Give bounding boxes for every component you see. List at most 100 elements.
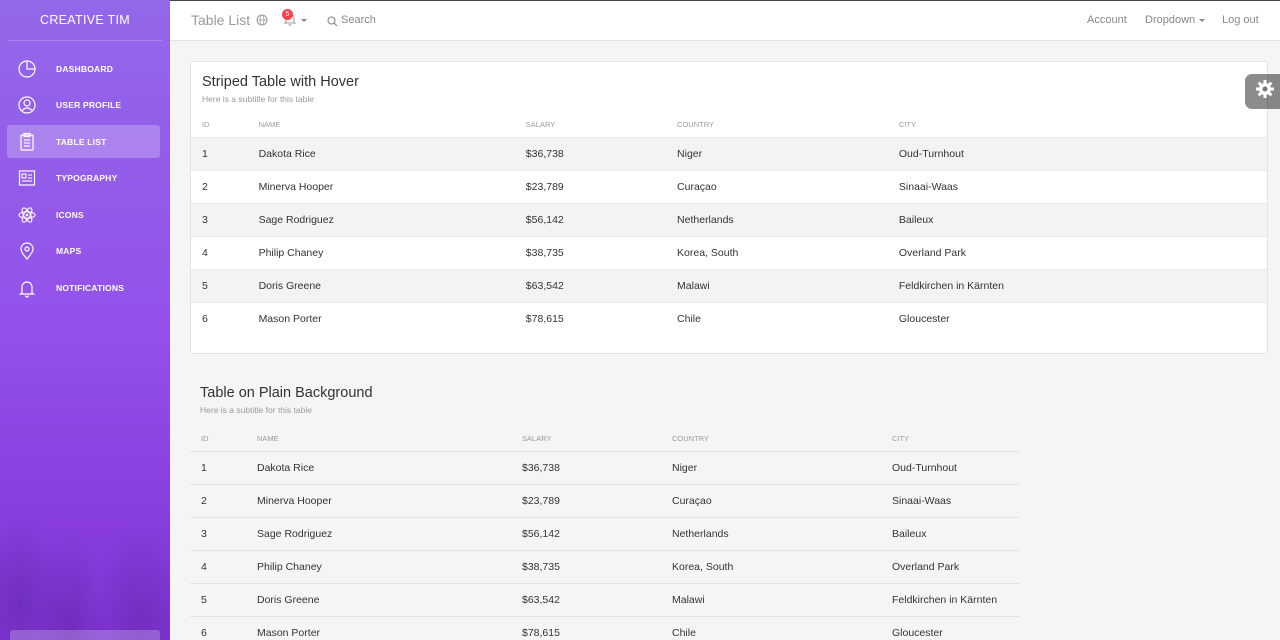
column-header-name: NAME [258,120,281,129]
cell-country: Korea, South [672,549,892,583]
column-header-salary: SALARY [522,434,552,443]
gear-icon [1255,79,1275,104]
cell-id: 1 [190,450,257,484]
striped-table: ID NAME SALARY COUNTRY CITY 1 Dakota Ric… [191,120,1267,335]
cell-id: 4 [191,235,259,269]
bell-icon [17,278,37,298]
table-row[interactable]: 4 Philip Chaney $38,735 Korea, South Ove… [190,549,1020,583]
cell-name: Sage Rodriguez [257,516,522,550]
cell-salary: $78,615 [525,301,678,335]
user-icon [17,95,37,115]
account-link[interactable]: Account [1087,14,1127,26]
cell-name: Minerva Hooper [257,483,522,517]
table-row[interactable]: 5 Doris Greene $63,542 Malawi Feldkirche… [190,582,1020,616]
cell-country: Netherlands [672,516,892,550]
cell-salary: $78,615 [522,615,672,640]
brand-logo-text[interactable]: CREATIVE TIM [8,0,162,41]
sidebar-item-icons[interactable]: ICONS [7,198,160,231]
cell-country: Curaçao [672,483,892,517]
globe-icon[interactable] [256,13,268,31]
settings-plugin-button[interactable] [1245,74,1280,109]
table-row[interactable]: 1 Dakota Rice $36,738 Niger Oud-Turnhout [191,136,1267,170]
cell-country: Curaçao [677,169,899,203]
cell-id: 6 [190,615,257,640]
plain-table: ID NAME SALARY COUNTRY CITY 1 Dakota Ric… [190,434,1020,640]
striped-table-card: Striped Table with Hover Here is a subti… [190,61,1268,354]
cell-id: 1 [191,136,259,170]
map-pin-icon [17,241,37,261]
cell-country: Netherlands [677,202,899,236]
column-header-city: CITY [892,434,910,443]
sidebar-item-dashboard[interactable]: DASHBOARD [7,52,160,85]
sidebar-item-user-profile[interactable]: USER PROFILE [7,89,160,122]
cell-city: Overland Park [892,549,1020,583]
sidebar-item-label: USER PROFILE [56,100,122,111]
cell-salary: $63,542 [525,268,678,302]
pie-chart-icon [17,59,37,79]
sidebar-nav: DASHBOARD USER PROFILE TABLE LIST TYPOGR… [0,52,170,305]
cell-name: Dakota Rice [257,450,522,484]
table-row[interactable]: 4 Philip Chaney $38,735 Korea, South Ove… [191,235,1267,269]
page-title[interactable]: Table List [191,12,250,28]
notification-count-badge: 5 [282,9,293,20]
column-header-country: COUNTRY [677,120,714,129]
cell-city: Overland Park [898,235,1267,269]
cell-city: Gloucester [892,615,1020,640]
sidebar-item-label: DASHBOARD [56,63,114,74]
sidebar-item-notifications[interactable]: NOTIFICATIONS [7,272,160,305]
table-row[interactable]: 6 Mason Porter $78,615 Chile Gloucester [190,615,1020,640]
table-row[interactable]: 6 Mason Porter $78,615 Chile Gloucester [191,301,1267,335]
card-subtitle: Here is a subtitle for this table [202,94,314,104]
search-icon[interactable] [327,14,338,32]
cell-name: Doris Greene [257,582,522,616]
cell-id: 3 [191,202,259,236]
column-header-id: ID [202,120,210,129]
dropdown-menu[interactable]: Dropdown [1145,14,1206,26]
table-header-row: ID NAME SALARY COUNTRY CITY [190,434,1020,451]
sidebar-item-typography[interactable]: TYPOGRAPHY [7,162,160,195]
cell-name: Mason Porter [257,615,522,640]
search-input[interactable]: Search [341,14,376,26]
table-row[interactable]: 3 Sage Rodriguez $56,142 Netherlands Bai… [191,202,1267,236]
sidebar-item-label: ICONS [56,209,84,220]
sidebar-bottom-item[interactable] [10,630,160,640]
cell-city: Oud-Turnhout [898,136,1267,170]
sidebar: CREATIVE TIM DASHBOARD USER PROFILE TABL… [0,0,170,640]
cell-salary: $63,542 [522,582,672,616]
sidebar-item-label: TYPOGRAPHY [56,173,118,184]
cell-id: 6 [191,301,259,335]
cell-country: Niger [672,450,892,484]
logout-link[interactable]: Log out [1222,14,1259,26]
cell-country: Korea, South [677,235,899,269]
cell-salary: $38,735 [522,549,672,583]
cell-city: Sinaai-Waas [892,483,1020,517]
cell-country: Malawi [672,582,892,616]
cell-id: 5 [191,268,259,302]
cell-city: Feldkirchen in Kärnten [898,268,1267,302]
top-navbar: Table List 5 Search Account Dropdown Log… [170,0,1280,41]
sidebar-item-label: MAPS [56,246,82,257]
cell-name: Dakota Rice [258,136,526,170]
sidebar-item-label: NOTIFICATIONS [56,283,125,294]
table-row[interactable]: 2 Minerva Hooper $23,789 Curaçao Sinaai-… [191,169,1267,203]
cell-id: 2 [191,169,259,203]
sidebar-item-table-list[interactable]: TABLE LIST [7,125,160,159]
column-header-city: CITY [898,120,916,129]
plain-table-title: Table on Plain Background [200,385,373,401]
cell-id: 3 [190,516,257,550]
cell-city: Gloucester [898,301,1267,335]
chevron-down-icon [1199,18,1206,22]
news-paper-icon [17,168,37,188]
cell-name: Minerva Hooper [258,169,526,203]
table-row[interactable]: 2 Minerva Hooper $23,789 Curaçao Sinaai-… [190,483,1020,517]
cell-city: Feldkirchen in Kärnten [892,582,1020,616]
cell-city: Baileux [892,516,1020,550]
chevron-down-icon[interactable] [301,19,307,22]
cell-salary: $38,735 [525,235,678,269]
table-row[interactable]: 5 Doris Greene $63,542 Malawi Feldkirche… [191,268,1267,302]
sidebar-background-image [0,340,170,640]
dropdown-label: Dropdown [1145,14,1196,26]
table-row[interactable]: 3 Sage Rodriguez $56,142 Netherlands Bai… [190,516,1020,550]
table-row[interactable]: 1 Dakota Rice $36,738 Niger Oud-Turnhout [190,450,1020,484]
sidebar-item-maps[interactable]: MAPS [7,235,160,268]
